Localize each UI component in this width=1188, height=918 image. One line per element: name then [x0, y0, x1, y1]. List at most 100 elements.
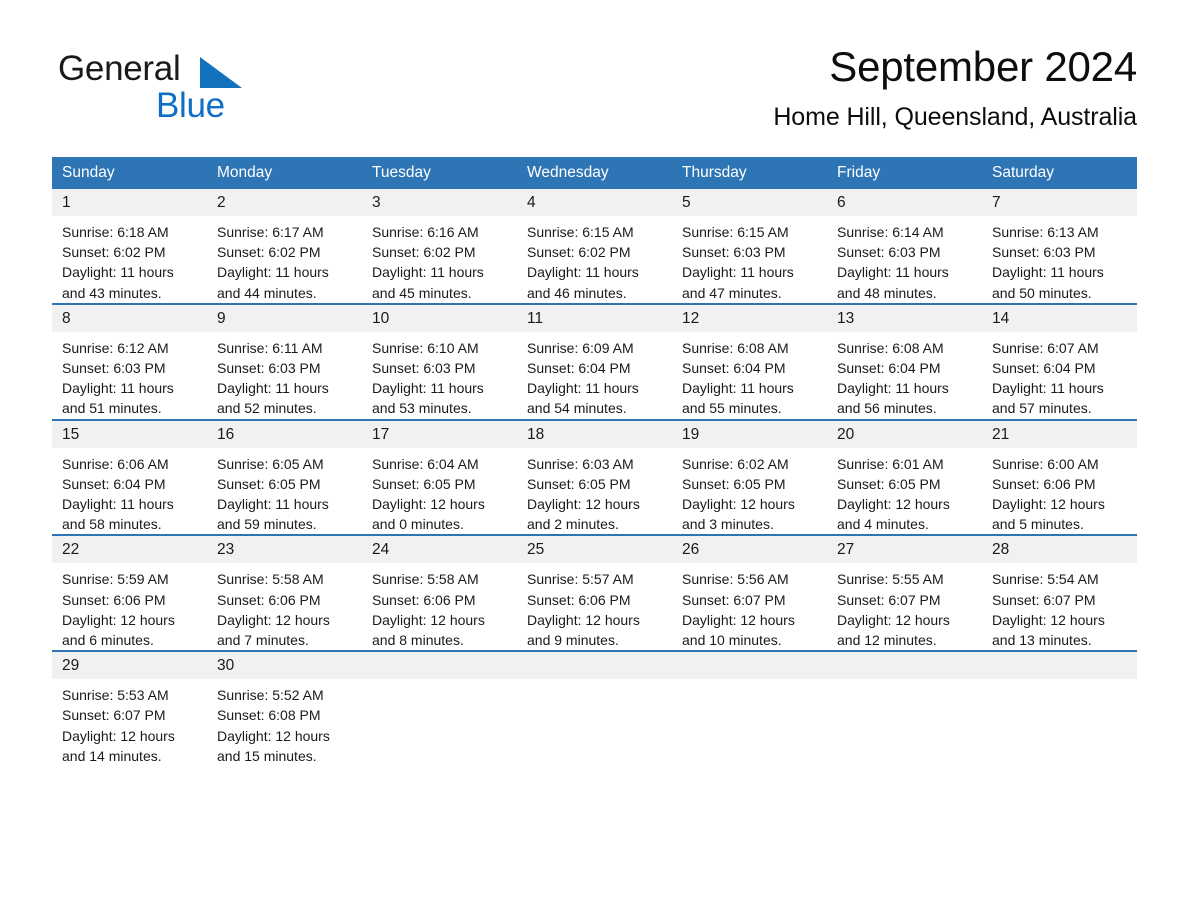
calendar-day-cell[interactable]: 30 Sunrise: 5:52 AM Sunset: 6:08 PM Dayligh…	[207, 652, 362, 767]
day-details: Sunrise: 6:01 AM Sunset: 6:05 PM Daylight:…	[827, 448, 982, 535]
daylight-text-line1: Daylight: 12 hours	[837, 496, 950, 513]
calendar-day-cell[interactable]: 8 Sunrise: 6:12 AM Sunset: 6:03 PM Daylight…	[52, 304, 207, 419]
daylight-text-line1: Daylight: 11 hours	[992, 264, 1104, 281]
day-number: 13	[837, 309, 855, 327]
day-details: Sunrise: 5:54 AM Sunset: 6:07 PM Daylight:…	[982, 563, 1137, 650]
calendar-week-row: 15 Sunrise: 6:06 AM Sunset: 6:04 PM Dayligh…	[52, 418, 1137, 535]
calendar-day-cell[interactable]: 21 Sunrise: 6:00 AM Sunset: 6:06 PM Dayligh…	[982, 420, 1137, 535]
sunset-text: Sunset: 6:04 PM	[62, 475, 166, 492]
sunset-text: Sunset: 6:03 PM	[372, 360, 476, 377]
day-details: Sunrise: 5:55 AM Sunset: 6:07 PM Daylight:…	[827, 563, 982, 650]
calendar-day-cell[interactable]: 6 Sunrise: 6:14 AM Sunset: 6:03 PM Daylight…	[827, 189, 982, 303]
daylight-text-line1: Daylight: 11 hours	[527, 380, 639, 397]
day-number: 6	[837, 194, 846, 211]
sunset-text: Sunset: 6:05 PM	[217, 475, 321, 492]
calendar-day-cell[interactable]: 15 Sunrise: 6:06 AM Sunset: 6:04 PM Dayligh…	[52, 420, 207, 535]
calendar-day-cell[interactable]: 12 Sunrise: 6:08 AM Sunset: 6:04 PM Dayligh…	[672, 304, 827, 419]
day-details: Sunrise: 5:57 AM Sunset: 6:06 PM Daylight:…	[517, 563, 672, 650]
calendar-day-cell[interactable]: 13 Sunrise: 6:08 AM Sunset: 6:04 PM Dayligh…	[827, 304, 982, 419]
calendar-day-cell[interactable]: 29 Sunrise: 5:53 AM Sunset: 6:07 PM Dayligh…	[52, 652, 207, 767]
calendar-day-cell[interactable]: 14 Sunrise: 6:07 AM Sunset: 6:04 PM Dayligh…	[982, 304, 1137, 419]
daylight-text-line1: Daylight: 11 hours	[217, 496, 329, 513]
calendar-day-cell[interactable]: 7 Sunrise: 6:13 AM Sunset: 6:03 PM Daylight…	[982, 189, 1137, 303]
day-details: Sunrise: 6:13 AM Sunset: 6:03 PM Daylight:…	[982, 216, 1137, 303]
calendar-day-cell[interactable]: 19 Sunrise: 6:02 AM Sunset: 6:05 PM Dayligh…	[672, 420, 827, 535]
sunset-text: Sunset: 6:04 PM	[837, 360, 941, 377]
daylight-text-line2: and 6 minutes.	[62, 632, 154, 649]
day-details: Sunrise: 6:15 AM Sunset: 6:02 PM Daylight:…	[517, 216, 672, 303]
weekday-tuesday: Tuesday	[372, 164, 431, 181]
daylight-text-line1: Daylight: 11 hours	[372, 380, 484, 397]
day-number: 14	[992, 309, 1010, 327]
daylight-text-line2: and 52 minutes.	[217, 400, 317, 417]
calendar-week-days: 22 Sunrise: 5:59 AM Sunset: 6:06 PM Dayligh…	[52, 536, 1137, 651]
day-details: Sunrise: 6:18 AM Sunset: 6:02 PM Daylight:…	[52, 216, 207, 303]
daylight-text-line2: and 9 minutes.	[527, 632, 619, 649]
daylight-text-line2: and 55 minutes.	[682, 400, 782, 417]
daylight-text-line2: and 46 minutes.	[527, 284, 627, 301]
calendar-day-cell[interactable]: 28 Sunrise: 5:54 AM Sunset: 6:07 PM Dayligh…	[982, 536, 1137, 651]
day-number: 10	[372, 309, 390, 327]
calendar-day-cell[interactable]: 1 Sunrise: 6:18 AM Sunset: 6:02 PM Daylight…	[52, 189, 207, 303]
sunrise-text: Sunrise: 6:08 AM	[837, 339, 944, 356]
daylight-text-line1: Daylight: 11 hours	[62, 496, 174, 513]
calendar-day-cell[interactable]: 25 Sunrise: 5:57 AM Sunset: 6:06 PM Dayligh…	[517, 536, 672, 651]
sunrise-text: Sunrise: 6:15 AM	[682, 224, 789, 240]
sunrise-text: Sunrise: 6:10 AM	[372, 339, 479, 356]
calendar-day-cell[interactable]: 16 Sunrise: 6:05 AM Sunset: 6:05 PM Dayligh…	[207, 420, 362, 535]
daylight-text-line2: and 58 minutes.	[62, 516, 162, 533]
sunset-text: Sunset: 6:07 PM	[682, 591, 786, 608]
day-number: 20	[837, 425, 855, 443]
calendar-day-cell[interactable]: 23 Sunrise: 5:58 AM Sunset: 6:06 PM Dayligh…	[207, 536, 362, 651]
calendar-day-cell[interactable]: 3 Sunrise: 6:16 AM Sunset: 6:02 PM Daylight…	[362, 189, 517, 303]
sunrise-text: Sunrise: 5:54 AM	[992, 571, 1099, 588]
daylight-text-line1: Daylight: 11 hours	[682, 264, 794, 281]
sunset-text: Sunset: 6:07 PM	[992, 591, 1096, 608]
calendar-day-cell[interactable]: 2 Sunrise: 6:17 AM Sunset: 6:02 PM Daylight…	[207, 189, 362, 303]
day-number: 19	[682, 425, 700, 443]
daylight-text-line2: and 14 minutes.	[62, 747, 162, 764]
calendar-day-cell[interactable]: 4 Sunrise: 6:15 AM Sunset: 6:02 PM Daylight…	[517, 189, 672, 303]
day-number	[982, 652, 1137, 679]
calendar-day-cell[interactable]: 20 Sunrise: 6:01 AM Sunset: 6:05 PM Dayligh…	[827, 420, 982, 535]
day-number: 18	[527, 425, 545, 443]
sunset-text: Sunset: 6:04 PM	[527, 360, 631, 377]
calendar-day-cell[interactable]: 27 Sunrise: 5:55 AM Sunset: 6:07 PM Dayligh…	[827, 536, 982, 651]
day-number: 3	[372, 194, 381, 211]
day-details	[362, 679, 517, 685]
calendar-day-cell[interactable]: 24 Sunrise: 5:58 AM Sunset: 6:06 PM Dayligh…	[362, 536, 517, 651]
sunrise-text: Sunrise: 6:08 AM	[682, 339, 789, 356]
daylight-text-line2: and 0 minutes.	[372, 516, 464, 533]
calendar-day-cell[interactable]: 22 Sunrise: 5:59 AM Sunset: 6:06 PM Dayligh…	[52, 536, 207, 651]
sunset-text: Sunset: 6:06 PM	[992, 475, 1096, 492]
day-number	[362, 652, 517, 679]
weekday-thursday: Thursday	[682, 164, 747, 181]
title-block: September 2024 Home Hill, Queensland, Au…	[437, 43, 1137, 132]
day-details: Sunrise: 6:04 AM Sunset: 6:05 PM Daylight:…	[362, 448, 517, 535]
daylight-text-line1: Daylight: 12 hours	[837, 611, 950, 628]
day-details	[672, 679, 827, 685]
daylight-text-line1: Daylight: 11 hours	[62, 380, 174, 397]
brand-name-general: General	[58, 49, 181, 88]
calendar-day-cell[interactable]: 18 Sunrise: 6:03 AM Sunset: 6:05 PM Dayligh…	[517, 420, 672, 535]
sunset-text: Sunset: 6:03 PM	[682, 244, 786, 261]
day-details: Sunrise: 6:06 AM Sunset: 6:04 PM Daylight:…	[52, 448, 207, 535]
day-number: 5	[682, 194, 691, 211]
calendar-page: General Blue September 2024 Home Hill, Q…	[0, 0, 1188, 918]
calendar-day-cell[interactable]: 9 Sunrise: 6:11 AM Sunset: 6:03 PM Daylight…	[207, 304, 362, 419]
day-details: Sunrise: 6:16 AM Sunset: 6:02 PM Daylight:…	[362, 216, 517, 303]
calendar-day-cell[interactable]: 5 Sunrise: 6:15 AM Sunset: 6:03 PM Daylight…	[672, 189, 827, 303]
calendar-day-cell[interactable]: 11 Sunrise: 6:09 AM Sunset: 6:04 PM Dayligh…	[517, 304, 672, 419]
daylight-text-line1: Daylight: 11 hours	[837, 380, 949, 397]
sunrise-text: Sunrise: 6:06 AM	[62, 455, 169, 472]
calendar-day-cell[interactable]: 17 Sunrise: 6:04 AM Sunset: 6:05 PM Dayligh…	[362, 420, 517, 535]
brand-logo[interactable]: General Blue	[52, 44, 312, 124]
day-number: 21	[992, 425, 1010, 443]
day-details: Sunrise: 6:11 AM Sunset: 6:03 PM Daylight:…	[207, 332, 362, 419]
calendar-week-days: 29 Sunrise: 5:53 AM Sunset: 6:07 PM Dayligh…	[52, 652, 1137, 767]
calendar-day-cell[interactable]: 10 Sunrise: 6:10 AM Sunset: 6:03 PM Dayligh…	[362, 304, 517, 419]
sunset-text: Sunset: 6:03 PM	[62, 360, 166, 377]
daylight-text-line2: and 47 minutes.	[682, 284, 782, 301]
day-number: 2	[217, 194, 226, 211]
calendar-day-cell[interactable]: 26 Sunrise: 5:56 AM Sunset: 6:07 PM Dayligh…	[672, 536, 827, 651]
